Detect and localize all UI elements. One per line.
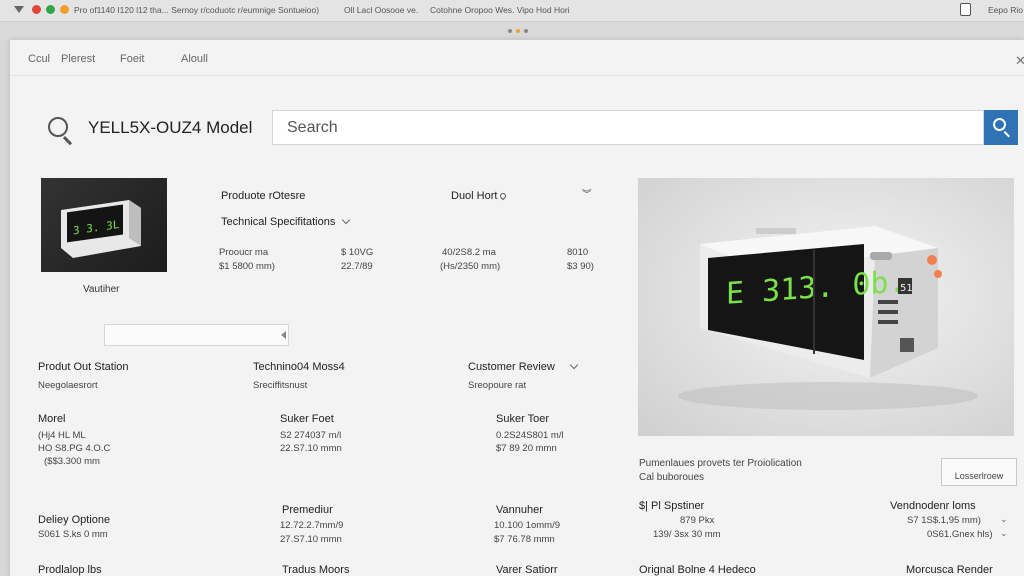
customer-review-label: Customer Review (468, 361, 555, 373)
suker-heading: Suker Foet (280, 413, 334, 425)
maximize-window-dot-icon[interactable] (46, 5, 55, 14)
thumbnail-caption: Vautiher (83, 284, 120, 295)
quantity-slider[interactable] (104, 324, 289, 346)
search-icon (48, 117, 68, 137)
search-button-icon (993, 118, 1006, 131)
section-heading: Technino04 Moss4 (253, 361, 345, 373)
spec-label: 8010 (567, 247, 589, 258)
search-button[interactable] (984, 110, 1018, 145)
spec-label: 40/2S8.2 ma (442, 247, 496, 258)
model-line: (Hj4 HL ML (38, 430, 86, 441)
bottom-row-label: Prodlalop lbs (38, 564, 102, 576)
delivery-heading: Deliey Optione (38, 514, 111, 526)
promo-line: Cal buboroues (639, 472, 705, 483)
premium-line: 27.S7.10 mmn (280, 534, 342, 545)
nav-item-plerest[interactable]: Plerest (61, 53, 95, 65)
product-section-title: Produote rOtesre (221, 190, 306, 202)
close-window-dot-icon[interactable] (32, 5, 41, 14)
spstiner-line: 879 Pkx (680, 515, 715, 526)
nav-item-ccul[interactable]: Ccul (28, 53, 50, 65)
product-page: Ccul Plerest Foeit Aloull ✕ YELL5X-OUZ4 … (10, 40, 1024, 576)
minimize-window-dot-icon[interactable] (60, 5, 69, 14)
model-heading: Morel (38, 413, 66, 425)
window-subtitle: Oll Lacl Oosooe ve. (344, 5, 419, 15)
suker-line: 0.2S24S801 m/l (496, 430, 564, 441)
top-nav: Ccul Plerest Foeit Aloull ✕ (10, 40, 1024, 76)
spec-value: $3 90) (567, 261, 594, 272)
suker-line: $7 89 20 mmn (496, 443, 557, 454)
hero-badge-text: 51 (900, 283, 913, 294)
bottom-row-label: Tradus Moors (282, 564, 350, 576)
spstiner-line: 139/ 3sx 30 mm (653, 529, 721, 540)
vannuher-heading: Vannuher (496, 504, 543, 516)
vannuher-line: $7 76.78 mmn (494, 534, 555, 545)
spec-label: Prooucr ma (219, 247, 269, 258)
window-copy-icon[interactable] (960, 3, 971, 16)
nav-item-foeit[interactable]: Foeit (120, 53, 144, 65)
dual-hort-text: Duol Hort (451, 190, 498, 202)
promo-line: Pumenlaues provets ter Proiolication (639, 458, 802, 469)
window-controls (14, 5, 69, 14)
customer-review-toggle[interactable]: Customer Review (468, 360, 579, 373)
tab-strip (0, 22, 1024, 40)
tech-specs-toggle[interactable]: Technical Specifitations (221, 215, 351, 228)
suker-line: 22.S7.10 mmn (280, 443, 342, 454)
product-hero-image[interactable]: E 313. 0b. 51 (638, 178, 1014, 436)
spec-value: 22.7/89 (341, 261, 373, 272)
spec-label: $ 10VG (341, 247, 374, 258)
section-subtext: Sreciffitsnust (253, 380, 308, 391)
vendor-line: 0S61.Gnex hls) (927, 529, 993, 540)
chevron-down-icon (342, 215, 351, 225)
chevron-down-icon[interactable]: ⌄ (1000, 514, 1008, 525)
system-title-bar: Pro of1140 I120 l12 tha... Sernoy r/codu… (0, 0, 1024, 22)
spec-value: $1 5800 mm) (219, 261, 275, 272)
spstiner-heading: $| Pl Spstiner (639, 500, 705, 512)
model-line: ($$3.300 mm (44, 456, 100, 467)
chevron-down-icon (569, 360, 579, 370)
section-subtext: Sreopoure rat (468, 380, 527, 391)
spec-value: (Hs/2350 mm) (440, 261, 501, 272)
section-subtext: Neegolaesrort (38, 380, 98, 391)
bottom-row-label: Morcusca Render (906, 564, 993, 576)
bottom-row-label: Orignal Bolne 4 Hedeco (639, 564, 756, 576)
chevrons-expand-icon[interactable]: ︾ (582, 186, 592, 200)
model-line: HO S8.PG 4.O.C (38, 443, 111, 454)
premium-heading: Premediur (282, 504, 333, 516)
chevron-down-icon[interactable]: ⌄ (1000, 528, 1008, 539)
vannuher-line: 10.100 1omm/9 (494, 520, 561, 531)
window-title: Pro of1140 I120 l12 tha... Sernoy r/codu… (74, 5, 320, 15)
close-icon[interactable]: ✕ (1015, 53, 1024, 69)
suker-line: S2 274037 m/l (280, 430, 342, 441)
menu-caret-icon[interactable] (14, 6, 24, 13)
window-extra-title: Cotohne Oropoo Wes. Vipo Hod Hori (430, 5, 570, 15)
drag-grip-icon[interactable] (508, 29, 528, 33)
product-thumbnail[interactable]: 3 3. 3L (41, 178, 167, 272)
vendor-heading: Vendnodenr loms (890, 500, 976, 512)
page-title: YELL5X-OUZ4 Model (88, 118, 253, 137)
slider-arrow-icon (281, 331, 286, 339)
vendor-line: S7 1S$.1,95 mm) (907, 515, 981, 526)
search-input[interactable] (272, 110, 984, 145)
premium-line: 12.72.2.7mm/9 (280, 520, 344, 531)
window-right-label: Eepo Rio (988, 5, 1023, 15)
tech-specs-label: Technical Specifitations (221, 216, 336, 228)
delivery-line: S061 S.ks 0 mm (38, 529, 108, 540)
location-pin-icon (499, 191, 508, 201)
promo-button[interactable]: Losserlroew (941, 458, 1017, 486)
nav-item-aloull[interactable]: Aloull (181, 53, 208, 65)
suker-heading: Suker Toer (496, 413, 549, 425)
dual-hort-label[interactable]: Duol Hort (451, 190, 508, 202)
bottom-row-label: Varer Satiorr (496, 564, 558, 576)
section-heading: Produt Out Station (38, 361, 129, 373)
